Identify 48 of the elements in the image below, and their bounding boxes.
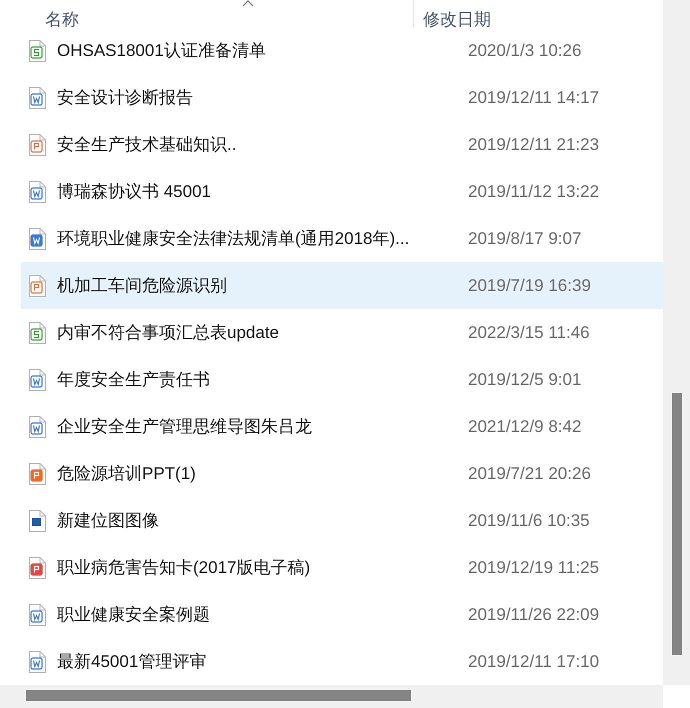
horizontal-scrollbar[interactable] xyxy=(0,685,663,708)
file-row[interactable]: 安全生产技术基础知识.. 2019/12/11 21:23 xyxy=(21,121,663,168)
modified-date: 2019/8/17 9:07 xyxy=(467,228,582,248)
file-row[interactable]: OHSAS18001认证准备清单 2020/1/3 10:26 xyxy=(21,27,663,74)
file-row[interactable]: 安全设计诊断报告 2019/12/11 14:17 xyxy=(21,74,663,121)
file-row[interactable]: 机加工车间危险源识别 2019/7/19 16:39 xyxy=(21,262,663,309)
file-name: 职业健康安全案例题 xyxy=(57,604,210,626)
file-row[interactable]: 职业健康安全案例题 2019/11/26 22:09 xyxy=(21,591,663,638)
file-name: 危险源培训PPT(1) xyxy=(57,463,196,485)
file-name: 机加工车间危险源识别 xyxy=(57,275,227,297)
sort-caret-icon xyxy=(242,0,254,7)
file-row[interactable]: 职业病危害告知卡(2017版电子稿) 2019/12/19 11:25 xyxy=(21,544,663,591)
modified-date: 2019/7/21 20:26 xyxy=(467,464,591,484)
scrollbar-thumb[interactable] xyxy=(672,393,682,655)
modified-date: 2019/7/19 16:39 xyxy=(467,276,591,296)
modified-date: 2019/12/5 9:01 xyxy=(467,370,582,390)
file-row[interactable]: 内审不符合事项汇总表update 2022/3/15 11:46 xyxy=(21,309,663,356)
column-header[interactable]: 名称 xyxy=(0,0,413,27)
file-name: 企业安全生产管理思维导图朱吕龙 xyxy=(57,416,312,438)
file-row[interactable]: 环境职业健康安全法律法规清单(通用2018年)... 2019/8/17 9:07 xyxy=(21,215,663,262)
scrollbar-thumb[interactable] xyxy=(26,690,411,701)
vertical-scrollbar[interactable] xyxy=(663,0,690,685)
modified-date: 2019/11/26 22:09 xyxy=(467,604,600,624)
modified-date: 2019/12/11 21:23 xyxy=(467,134,600,154)
file-row[interactable]: 最新45001管理评审 2019/12/11 17:10 xyxy=(21,638,663,685)
file-name: 新建位图图像 xyxy=(57,510,159,532)
file-row[interactable]: 博瑞森协议书 45001 2019/11/12 13:22 xyxy=(21,168,663,215)
modified-date: 2019/12/11 14:17 xyxy=(467,88,600,108)
modified-date: 2019/12/19 11:25 xyxy=(467,558,600,578)
file-row[interactable]: 新建位图图像 2019/11/6 10:35 xyxy=(21,497,663,544)
file-name: 职业病危害告知卡(2017版电子稿) xyxy=(57,557,310,579)
file-name: OHSAS18001认证准备清单 xyxy=(57,40,266,62)
file-name: 博瑞森协议书 45001 xyxy=(57,181,211,203)
file-name: 年度安全生产责任书 xyxy=(57,369,210,391)
modified-date: 2019/11/12 13:22 xyxy=(467,182,600,202)
file-name: 内审不符合事项汇总表update xyxy=(57,322,279,344)
file-row[interactable]: 危险源培训PPT(1) 2019/7/21 20:26 xyxy=(21,450,663,497)
file-row[interactable]: 年度安全生产责任书 2019/12/5 9:01 xyxy=(21,356,663,403)
file-name: 最新45001管理评审 xyxy=(57,651,206,673)
modified-date: 2019/11/6 10:35 xyxy=(467,510,590,530)
file-name: 环境职业健康安全法律法规清单(通用2018年)... xyxy=(57,228,410,250)
file-row[interactable]: 企业安全生产管理思维导图朱吕龙 2021/12/9 8:42 xyxy=(21,403,663,450)
modified-date: 2021/12/9 8:42 xyxy=(467,416,582,436)
file-name: 安全设计诊断报告 xyxy=(57,87,193,109)
file-name: 安全生产技术基础知识.. xyxy=(57,134,236,156)
modified-date: 2020/1/3 10:26 xyxy=(467,40,582,60)
modified-date: 2019/12/11 17:10 xyxy=(467,652,600,672)
modified-date: 2022/3/15 11:46 xyxy=(467,322,590,342)
